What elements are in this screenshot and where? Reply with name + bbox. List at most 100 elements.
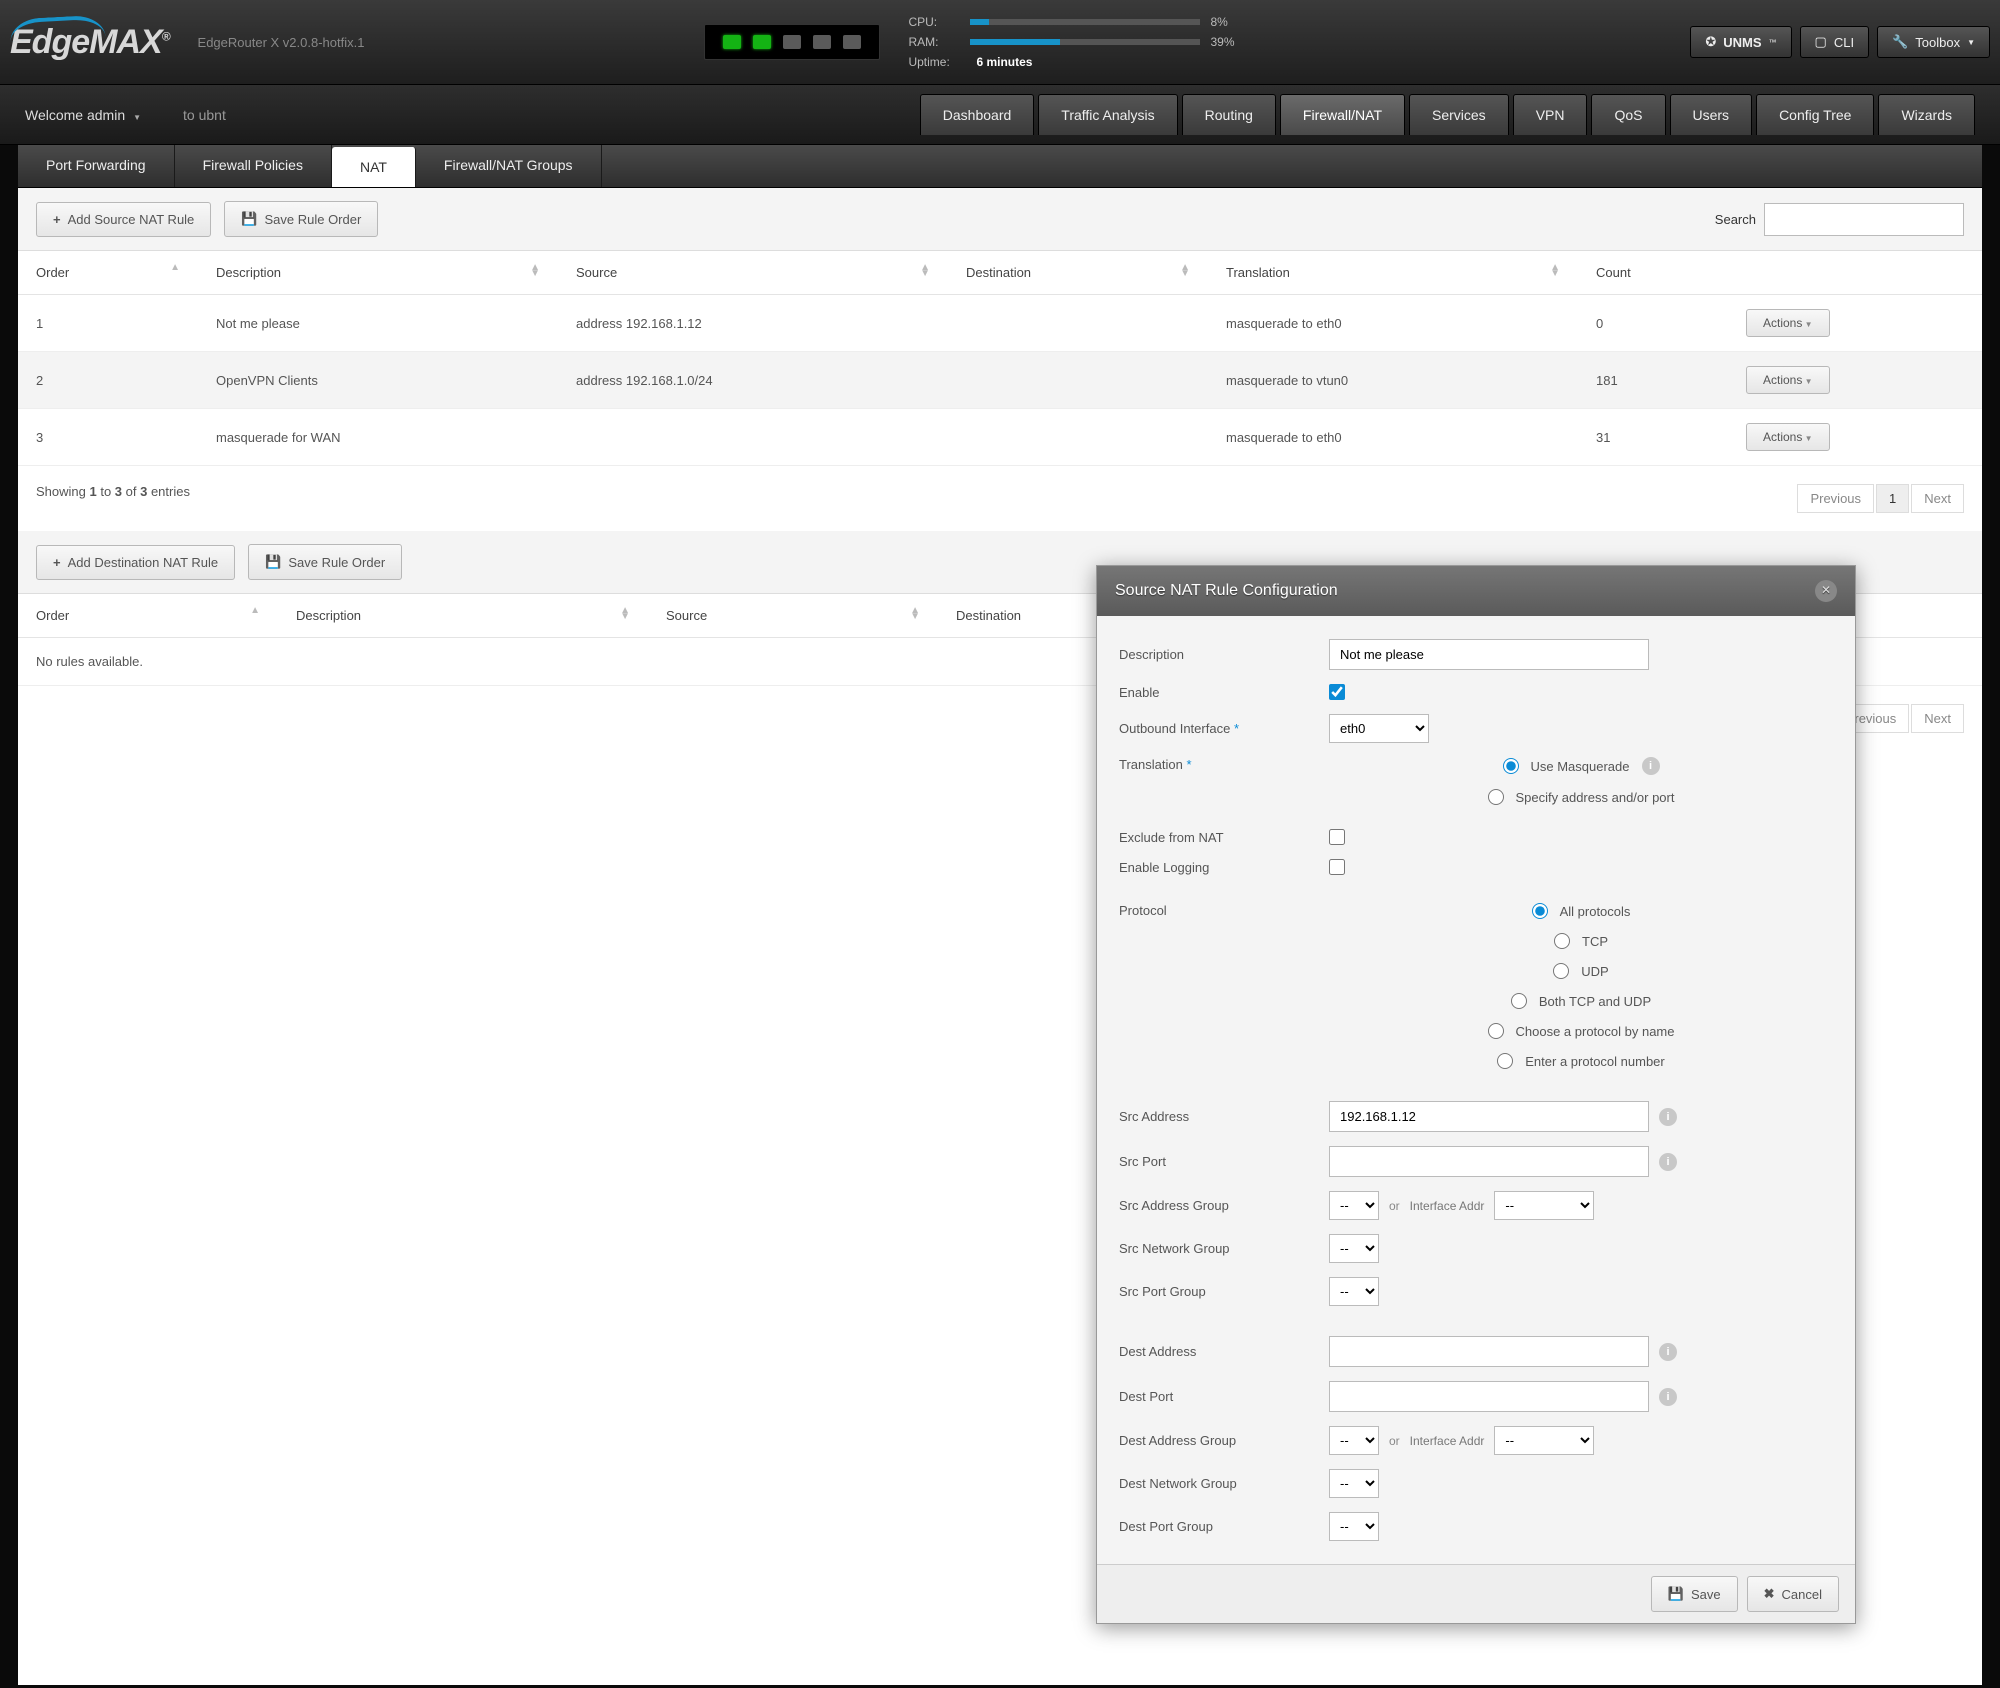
tab-wizards[interactable]: Wizards <box>1878 94 1975 135</box>
col-source[interactable]: Source▲▼ <box>558 251 948 295</box>
cancel-button[interactable]: ✖Cancel <box>1747 1576 1839 1612</box>
actions-button[interactable]: Actions <box>1746 366 1830 394</box>
pager-page-1[interactable]: 1 <box>1876 484 1909 513</box>
table-row: 3 masquerade for WAN masquerade to eth0 … <box>18 409 1982 466</box>
pager-prev[interactable]: Previous <box>1797 484 1874 513</box>
src-port-group-select[interactable]: -- <box>1329 1277 1379 1306</box>
info-icon[interactable]: i <box>1659 1108 1677 1126</box>
save-button[interactable]: 💾Save <box>1651 1576 1738 1612</box>
info-icon[interactable]: i <box>1642 757 1660 775</box>
actions-button[interactable]: Actions <box>1746 309 1830 337</box>
save-rule-order-button[interactable]: 💾Save Rule Order <box>224 201 378 237</box>
cli-button[interactable]: ▢CLI <box>1800 26 1870 58</box>
uptime-value: 6 minutes <box>976 52 1032 72</box>
save-rule-order-button[interactable]: 💾Save Rule Order <box>248 544 402 580</box>
src-address-input[interactable] <box>1329 1101 1649 1132</box>
protocol-byname-radio[interactable] <box>1488 1023 1504 1039</box>
dest-network-group-select[interactable]: -- <box>1329 1469 1379 1498</box>
info-icon[interactable]: i <box>1659 1343 1677 1361</box>
col-source[interactable]: Source▲▼ <box>648 594 938 638</box>
protocol-udp-radio[interactable] <box>1553 963 1569 979</box>
unms-button[interactable]: ✪UNMS™ <box>1690 26 1791 58</box>
col-order[interactable]: Order▲ <box>18 594 278 638</box>
snat-table: Order▲ Description▲▼ Source▲▼ Destinatio… <box>18 251 1982 466</box>
tab-services[interactable]: Services <box>1409 94 1509 135</box>
exclude-from-nat-checkbox[interactable] <box>1329 829 1345 845</box>
subtab-firewall-nat-groups[interactable]: Firewall/NAT Groups <box>416 145 602 187</box>
sort-icon: ▲ <box>250 608 260 614</box>
tab-routing[interactable]: Routing <box>1182 94 1276 135</box>
tab-dashboard[interactable]: Dashboard <box>920 94 1035 135</box>
port-icon <box>783 35 801 49</box>
description-input[interactable] <box>1329 639 1649 670</box>
translation-specify-radio[interactable] <box>1488 789 1504 805</box>
enable-checkbox[interactable] <box>1329 684 1345 700</box>
pager-next[interactable]: Next <box>1911 484 1964 513</box>
sort-icon: ▲▼ <box>1180 265 1190 277</box>
to-ubnt-link[interactable]: to ubnt <box>183 107 226 123</box>
dest-address-group-select[interactable]: -- <box>1329 1426 1379 1455</box>
label-outbound-interface: Outbound Interface * <box>1119 721 1329 736</box>
tab-config-tree[interactable]: Config Tree <box>1756 94 1874 135</box>
src-network-group-select[interactable]: -- <box>1329 1234 1379 1263</box>
protocol-all-radio[interactable] <box>1532 903 1548 919</box>
modal-body: Description Enable Outbound Interface * … <box>1097 616 1855 1564</box>
content-area: Port Forwarding Firewall Policies NAT Fi… <box>18 145 1982 1685</box>
sort-icon: ▲▼ <box>530 265 540 277</box>
label-src-address: Src Address <box>1119 1109 1329 1124</box>
dest-interface-addr-select[interactable]: -- <box>1494 1426 1594 1455</box>
save-icon: 💾 <box>265 554 281 570</box>
col-count[interactable]: Count <box>1578 251 1728 295</box>
label-src-port-group: Src Port Group <box>1119 1284 1329 1299</box>
label-enable: Enable <box>1119 685 1329 700</box>
col-translation[interactable]: Translation▲▼ <box>1208 251 1578 295</box>
model-label: EdgeRouter X v2.0.8-hotfix.1 <box>198 35 365 50</box>
tab-qos[interactable]: QoS <box>1591 94 1665 135</box>
ethernet-ports <box>704 24 880 60</box>
showing-entries: Showing 1 to 3 of 3 entries Previous 1 N… <box>18 466 1982 531</box>
col-order[interactable]: Order▲ <box>18 251 198 295</box>
search-input[interactable] <box>1764 203 1964 236</box>
enable-logging-checkbox[interactable] <box>1329 859 1345 875</box>
protocol-tcp-radio[interactable] <box>1554 933 1570 949</box>
col-description[interactable]: Description▲▼ <box>198 251 558 295</box>
toolbox-button[interactable]: 🔧Toolbox ▼ <box>1877 26 1990 58</box>
tab-traffic-analysis[interactable]: Traffic Analysis <box>1038 94 1177 135</box>
pager-next[interactable]: Next <box>1911 704 1964 733</box>
ram-label: RAM: <box>908 32 960 52</box>
col-description[interactable]: Description▲▼ <box>278 594 648 638</box>
tab-vpn[interactable]: VPN <box>1513 94 1588 135</box>
modal-footer: 💾Save ✖Cancel <box>1097 1564 1855 1623</box>
subtab-nat[interactable]: NAT <box>332 147 416 187</box>
port-icon <box>843 35 861 49</box>
dest-port-input[interactable] <box>1329 1381 1649 1412</box>
translation-masquerade-radio[interactable] <box>1503 758 1519 774</box>
wrench-icon: 🔧 <box>1892 34 1908 50</box>
dest-address-input[interactable] <box>1329 1336 1649 1367</box>
navbar: Welcome admin to ubnt Dashboard Traffic … <box>0 85 2000 145</box>
protocol-number-radio[interactable] <box>1497 1053 1513 1069</box>
src-port-input[interactable] <box>1329 1146 1649 1177</box>
info-icon[interactable]: i <box>1659 1153 1677 1171</box>
src-interface-addr-select[interactable]: -- <box>1494 1191 1594 1220</box>
add-destination-nat-rule-button[interactable]: +Add Destination NAT Rule <box>36 545 235 580</box>
subtab-firewall-policies[interactable]: Firewall Policies <box>175 145 332 187</box>
outbound-interface-select[interactable]: eth0 <box>1329 714 1429 743</box>
label-dest-port: Dest Port <box>1119 1389 1329 1404</box>
modal-header: Source NAT Rule Configuration ✕ <box>1097 566 1855 616</box>
label-exclude-from-nat: Exclude from NAT <box>1119 830 1329 845</box>
protocol-both-radio[interactable] <box>1511 993 1527 1009</box>
col-actions <box>1728 251 1982 295</box>
col-destination[interactable]: Destination▲▼ <box>948 251 1208 295</box>
ram-value: 39% <box>1210 32 1250 52</box>
src-address-group-select[interactable]: -- <box>1329 1191 1379 1220</box>
tab-users[interactable]: Users <box>1670 94 1753 135</box>
subtab-port-forwarding[interactable]: Port Forwarding <box>18 145 175 187</box>
actions-button[interactable]: Actions <box>1746 423 1830 451</box>
tab-firewall-nat[interactable]: Firewall/NAT <box>1280 94 1405 135</box>
close-icon[interactable]: ✕ <box>1815 580 1837 602</box>
add-source-nat-rule-button[interactable]: +Add Source NAT Rule <box>36 202 211 237</box>
welcome-dropdown[interactable]: Welcome admin <box>25 107 159 123</box>
dest-port-group-select[interactable]: -- <box>1329 1512 1379 1541</box>
info-icon[interactable]: i <box>1659 1388 1677 1406</box>
